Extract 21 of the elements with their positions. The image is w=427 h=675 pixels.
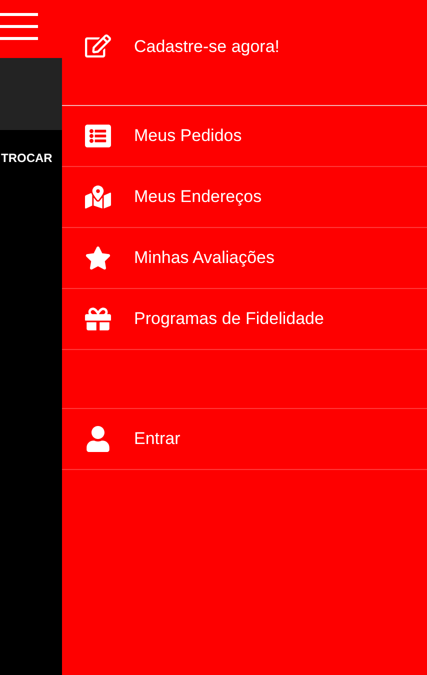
menu-item-label: Minhas Avaliações	[134, 248, 274, 268]
menu-item[interactable]: Entrar	[62, 409, 427, 470]
header-bar	[0, 58, 62, 130]
menu-item-label: Programas de Fidelidade	[134, 309, 324, 329]
user-icon	[85, 426, 111, 452]
menu-item[interactable]: Minhas Avaliações	[62, 228, 427, 289]
drawer-header[interactable]: Cadastre-se agora!	[62, 0, 427, 106]
menu-item[interactable]: Meus Endereços	[62, 167, 427, 228]
edit-icon	[85, 33, 111, 59]
swap-label[interactable]: TROCAR	[1, 151, 52, 165]
map-pin-icon	[85, 184, 111, 210]
menu-item[interactable]: Programas de Fidelidade	[62, 289, 427, 350]
menu-icon[interactable]	[0, 12, 38, 42]
star-icon	[85, 245, 111, 271]
menu-item-label: Meus Endereços	[134, 187, 262, 207]
gift-icon	[85, 306, 111, 332]
menu-item-label: Meus Pedidos	[134, 126, 242, 146]
list-icon	[85, 123, 111, 149]
menu-item[interactable]: Meus Pedidos	[62, 106, 427, 167]
menu-item-label: Cadastre-se agora!	[134, 37, 280, 57]
menu-item-label: Entrar	[134, 429, 180, 449]
